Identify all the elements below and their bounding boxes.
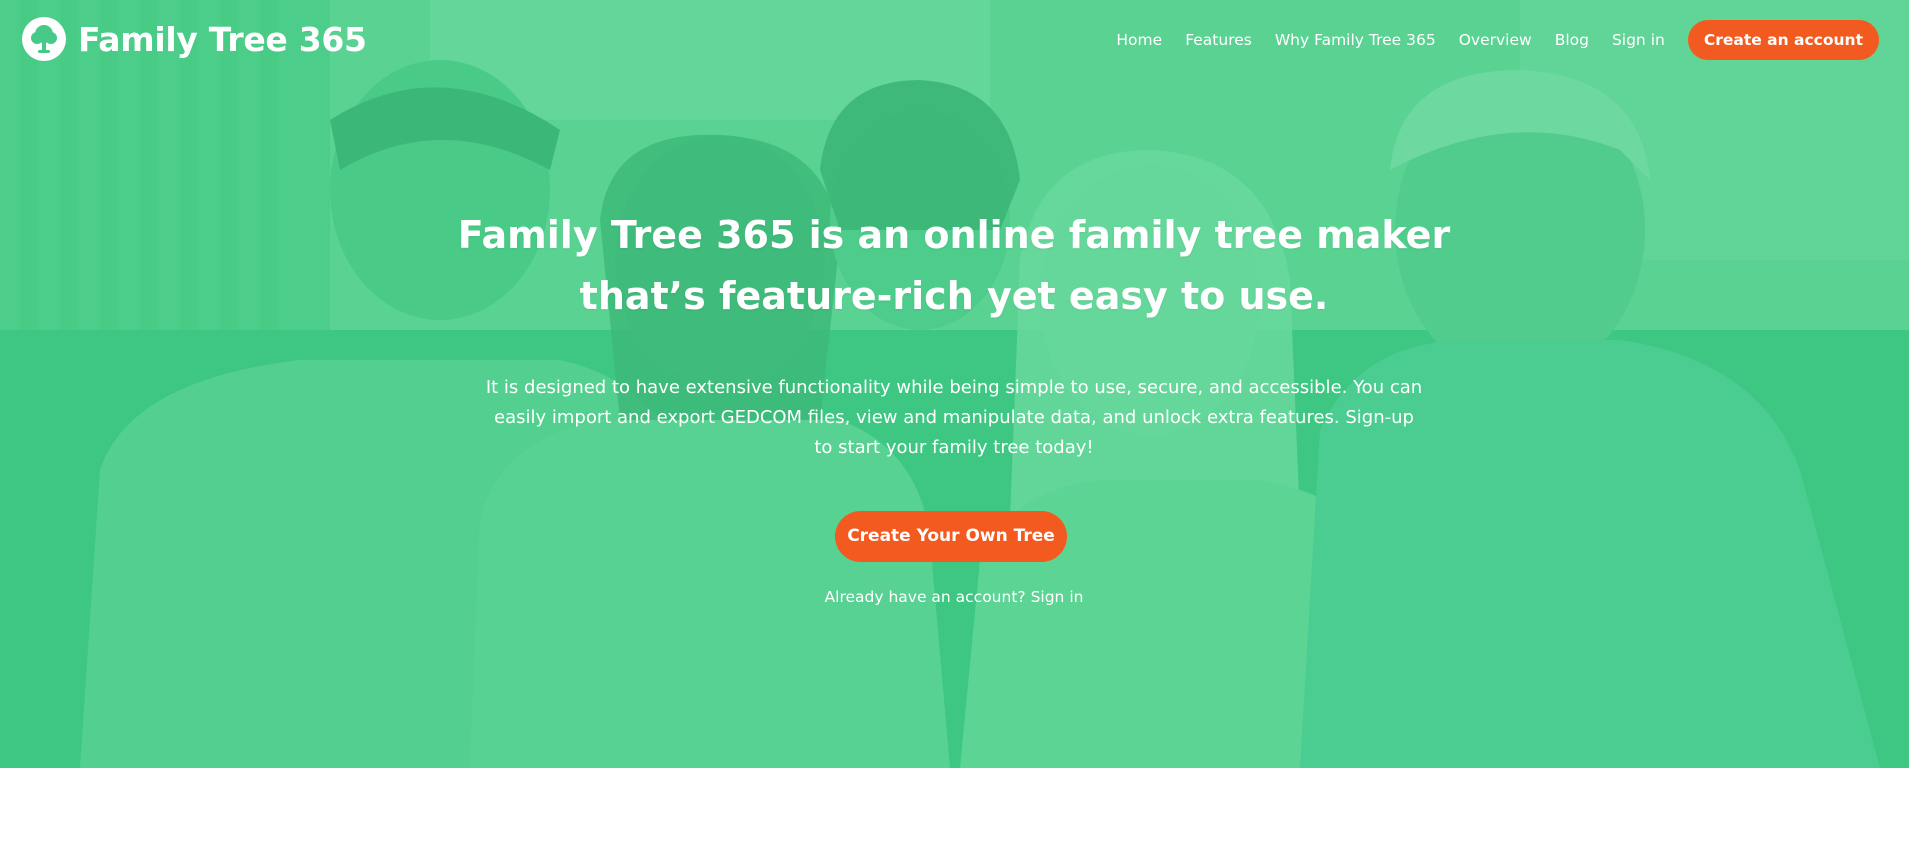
tree-icon [22, 17, 66, 61]
brand-name: Family Tree 365 [78, 19, 367, 59]
nav-features[interactable]: Features [1185, 31, 1252, 49]
nav-why-family-tree-365[interactable]: Why Family Tree 365 [1275, 31, 1436, 49]
nav-overview[interactable]: Overview [1459, 31, 1532, 49]
hero-section: Family Tree 365 Home Features Why Family… [0, 0, 1909, 768]
account-prompt-text: Already have an account? [824, 588, 1026, 606]
hero-description: It is designed to have extensive functio… [485, 377, 1423, 458]
hero-sign-in-link[interactable]: Sign in [1031, 588, 1084, 606]
account-prompt: Already have an account? Sign in [754, 588, 1154, 606]
create-account-button[interactable]: Create an account [1687, 20, 1879, 60]
hero-headline-line2: that’s feature-rich yet easy to use. [579, 274, 1329, 318]
nav-blog[interactable]: Blog [1555, 31, 1589, 49]
brand-logo[interactable]: Family Tree 365 [22, 17, 367, 61]
main-nav: Home Features Why Family Tree 365 Overvi… [1116, 20, 1879, 60]
hero-headline-line1: Family Tree 365 is an online family tree… [457, 213, 1451, 257]
nav-sign-in[interactable]: Sign in [1612, 31, 1665, 49]
nav-home[interactable]: Home [1116, 31, 1162, 49]
create-your-own-tree-button[interactable]: Create Your Own Tree [835, 511, 1067, 562]
hero-headline: Family Tree 365 is an online family tree… [454, 205, 1454, 327]
